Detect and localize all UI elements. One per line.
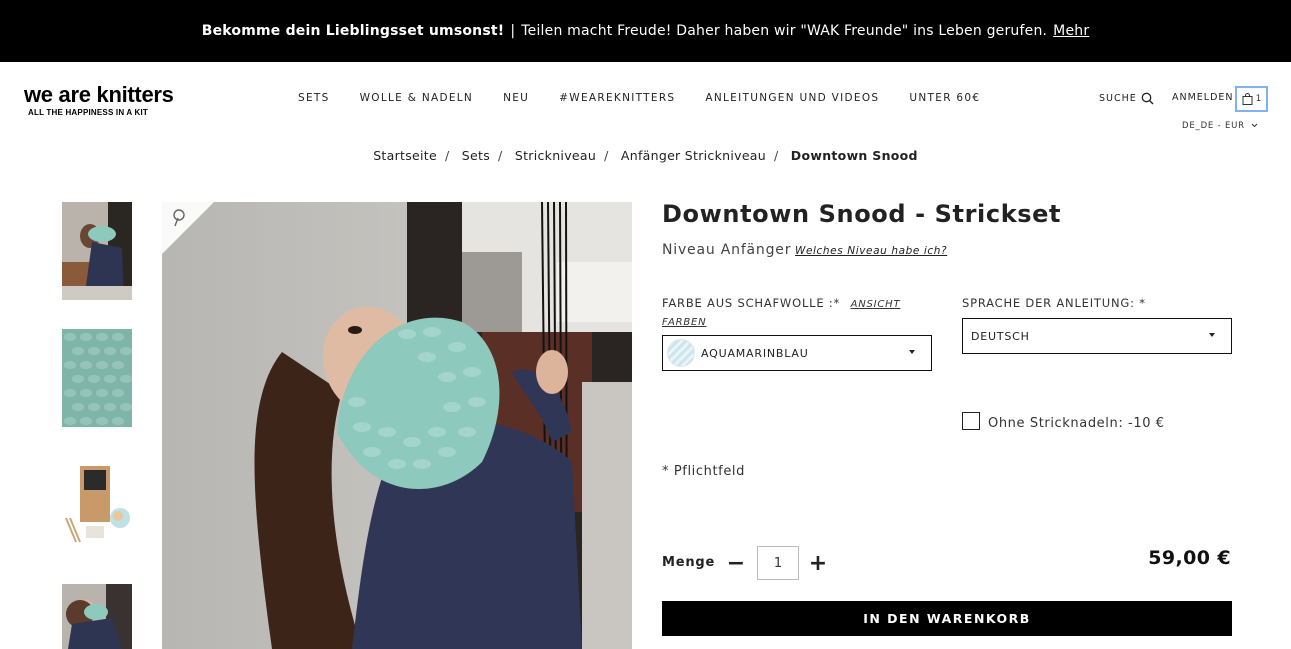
language-select[interactable]: DEUTSCH	[962, 318, 1232, 354]
language-label: SPRACHE DER ANLEITUNG: *	[962, 296, 1146, 310]
thumbnail-2[interactable]	[62, 329, 132, 427]
promo-bar: Bekomme dein Lieblingsset umsonst! | Tei…	[0, 0, 1291, 62]
breadcrumb-sets[interactable]: Sets	[462, 148, 490, 163]
thumbnail-1[interactable]	[62, 202, 132, 300]
nav-item-sets[interactable]: SETS	[298, 92, 330, 104]
language-select-value: DEUTSCH	[971, 329, 1030, 343]
shopping-bag-icon	[1242, 93, 1253, 105]
product-title: Downtown Snood - Strickset	[662, 200, 1062, 228]
product-photo-thumbnail	[62, 584, 132, 649]
login-link[interactable]: ANMELDEN	[1172, 92, 1234, 103]
add-to-cart-button[interactable]: IN DEN WARENKORB	[662, 601, 1232, 636]
caret-down-icon	[909, 350, 915, 354]
color-label-text: FARBE AUS SCHAFWOLLE :*	[662, 296, 841, 310]
breadcrumb: Startseite / Sets / Strickniveau / Anfänger…	[373, 148, 918, 163]
quantity-decrease-button[interactable]: −	[725, 551, 747, 576]
search-button[interactable]: SUCHE	[1099, 92, 1154, 105]
nav-item-wolle-nadeln[interactable]: WOLLE & NADELN	[360, 92, 474, 104]
view-colors-link-wrap: FARBEN	[662, 314, 706, 328]
model-wearing-snood-photo	[162, 202, 632, 649]
breadcrumb-strickniveau[interactable]: Strickniveau	[515, 148, 596, 163]
view-colors-link-1[interactable]: ANSICHT	[851, 299, 901, 310]
breadcrumb-current: Downtown Snood	[790, 148, 918, 163]
kit-contents-thumbnail	[62, 456, 132, 554]
main-product-image	[162, 202, 632, 649]
search-icon	[1141, 92, 1154, 105]
promo-separator: |	[510, 23, 516, 39]
pinterest-icon	[162, 202, 214, 254]
color-label: FARBE AUS SCHAFWOLLE :* ANSICHT	[662, 296, 900, 310]
no-needles-label: Ohne Stricknadeln: -10 €	[988, 416, 1165, 431]
nav-item-anleitungen[interactable]: ANLEITUNGEN UND VIDEOS	[705, 92, 879, 104]
main-nav: SETS WOLLE & NADELN NEU #WEAREKNITTERS A…	[298, 92, 980, 104]
cart-button[interactable]: 1	[1235, 86, 1268, 112]
pinterest-share-button[interactable]	[162, 202, 214, 254]
breadcrumb-startseite[interactable]: Startseite	[373, 148, 437, 163]
product-level: Niveau Anfänger	[662, 242, 792, 258]
product-photo-thumbnail	[62, 202, 132, 300]
nav-item-unter-60[interactable]: UNTER 60€	[909, 92, 980, 104]
locale-selector[interactable]: DE_DE - EUR	[1182, 121, 1258, 131]
locale-label: DE_DE - EUR	[1182, 121, 1245, 131]
color-select-value: AQUAMARINBLAU	[701, 346, 809, 360]
thumbnail-4[interactable]	[62, 584, 132, 649]
yarn-texture-thumbnail	[62, 329, 132, 427]
caret-down-icon	[1209, 333, 1215, 337]
color-swatch	[667, 339, 695, 367]
quantity-input[interactable]	[757, 546, 799, 580]
promo-text: Teilen macht Freude! Daher haben wir "WA…	[521, 23, 1048, 39]
breadcrumb-anfaenger[interactable]: Anfänger Strickniveau	[621, 148, 766, 163]
promo-bold-text: Bekomme dein Lieblingsset umsonst!	[201, 23, 505, 39]
no-needles-checkbox[interactable]	[962, 412, 980, 430]
nav-item-neu[interactable]: NEU	[503, 92, 529, 104]
cart-count: 1	[1255, 94, 1262, 104]
required-note: * Pflichtfeld	[662, 464, 745, 479]
thumbnail-3[interactable]	[62, 456, 132, 554]
logo-brand: we are knitters	[24, 82, 174, 107]
quantity-label: Menge	[662, 555, 716, 570]
search-label: SUCHE	[1099, 93, 1137, 104]
quantity-increase-button[interactable]: +	[807, 551, 829, 576]
product-price: 59,00 €	[1148, 547, 1231, 569]
view-colors-link-2[interactable]: FARBEN	[662, 317, 706, 328]
logo-tagline: ALL THE HAPPINESS IN A KIT	[28, 108, 149, 117]
logo[interactable]: we are knitters ALL THE HAPPINESS IN A K…	[24, 82, 174, 118]
color-select[interactable]: AQUAMARINBLAU	[662, 335, 932, 371]
login-label: ANMELDEN	[1172, 92, 1234, 103]
chevron-down-icon	[1252, 123, 1258, 128]
promo-more-link[interactable]: Mehr	[1053, 23, 1089, 39]
level-help-link[interactable]: Welches Niveau habe ich?	[795, 245, 947, 257]
nav-item-weareknitters[interactable]: #WEAREKNITTERS	[559, 92, 675, 104]
